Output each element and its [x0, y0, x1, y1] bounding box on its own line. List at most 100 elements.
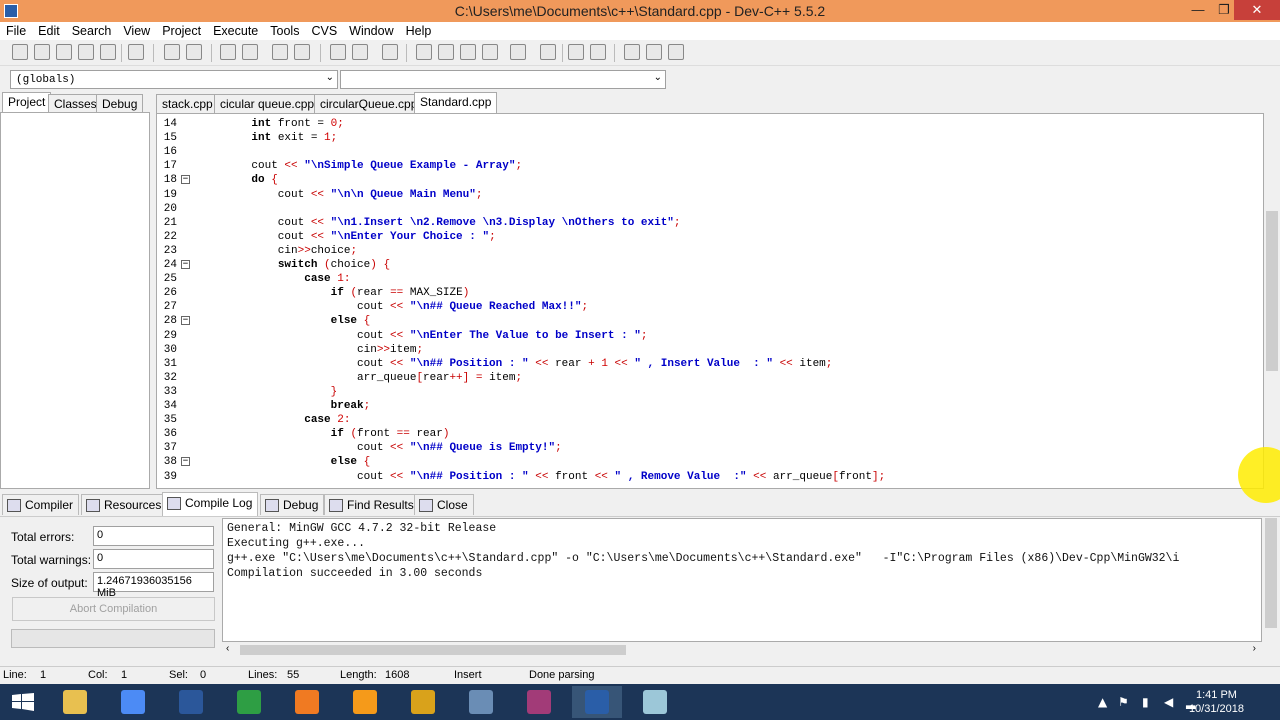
menu-project[interactable]: Project: [156, 22, 207, 40]
profile-chart-icon[interactable]: [568, 44, 584, 60]
log-vertical-scrollbar[interactable]: [1262, 518, 1280, 642]
tab-classes[interactable]: Classes: [48, 94, 103, 112]
close-window-button[interactable]: ✕: [1234, 0, 1280, 20]
code-line[interactable]: 22 cout << "\nEnter Your Choice : ";: [157, 230, 1263, 244]
menu-tools[interactable]: Tools: [264, 22, 305, 40]
code-line[interactable]: 25 case 1:: [157, 272, 1263, 286]
scroll-thumb[interactable]: [1265, 518, 1277, 628]
save-all-icon[interactable]: [78, 44, 94, 60]
tray-expand-icon[interactable]: ▲: [1098, 695, 1107, 709]
fold-toggle-icon[interactable]: −: [181, 260, 190, 269]
tab-cicular-queue-cpp[interactable]: cicular queue.cpp: [214, 94, 321, 113]
scope-select[interactable]: (globals) ⌄: [10, 70, 338, 89]
code-line[interactable]: 19 cout << "\n\n Queue Main Menu";: [157, 188, 1263, 202]
code-line[interactable]: 20: [157, 202, 1263, 216]
replace-icon[interactable]: [242, 44, 258, 60]
code-line[interactable]: 35 case 2:: [157, 413, 1263, 427]
start-button[interactable]: [12, 693, 34, 711]
code-line[interactable]: 28− else {: [157, 314, 1263, 328]
undo-icon[interactable]: [164, 44, 180, 60]
menu-window[interactable]: Window: [343, 22, 399, 40]
check-syntax-icon[interactable]: [510, 44, 526, 60]
open-file-icon[interactable]: [34, 44, 50, 60]
code-line[interactable]: 18− do {: [157, 173, 1263, 187]
code-line[interactable]: 21 cout << "\n1.Insert \n2.Remove \n3.Di…: [157, 216, 1263, 230]
fold-toggle-icon[interactable]: −: [181, 175, 190, 185]
goto-line-icon[interactable]: [272, 44, 288, 60]
taskbar-app[interactable]: [572, 686, 622, 718]
code-line[interactable]: 31 cout << "\n## Position : " << rear + …: [157, 357, 1263, 371]
minimize-button[interactable]: —: [1184, 0, 1212, 20]
code-line[interactable]: 27 cout << "\n## Queue Reached Max!!";: [157, 300, 1263, 314]
bookmark-icon[interactable]: [668, 44, 684, 60]
tab-compile-log[interactable]: Compile Log: [162, 492, 259, 516]
log-horizontal-scrollbar[interactable]: ‹ ›: [222, 642, 1262, 658]
code-line[interactable]: 16: [157, 145, 1263, 159]
taskbar-app[interactable]: [630, 686, 680, 718]
code-line[interactable]: 24− switch (choice) {: [157, 258, 1263, 272]
menu-file[interactable]: File: [0, 22, 32, 40]
code-line[interactable]: 32 arr_queue[rear++] = item;: [157, 371, 1263, 385]
indent-icon[interactable]: [352, 44, 368, 60]
find-icon[interactable]: [220, 44, 236, 60]
flag-icon[interactable]: ⚑: [1118, 695, 1129, 709]
tab-circularqueue-cpp[interactable]: circularQueue.cpp: [314, 94, 424, 113]
tab-compiler[interactable]: Compiler: [2, 494, 80, 515]
grid-icon[interactable]: [482, 44, 498, 60]
volume-icon[interactable]: ◀: [1164, 695, 1173, 709]
tab-debug[interactable]: Debug: [96, 94, 144, 112]
tab-debug-panel[interactable]: Debug: [260, 494, 325, 515]
taskbar-app[interactable]: [456, 686, 506, 718]
new-file-icon[interactable]: [12, 44, 28, 60]
code-line[interactable]: 15 int exit = 1;: [157, 131, 1263, 145]
abort-compilation-button[interactable]: Abort Compilation: [12, 597, 215, 621]
taskbar-app[interactable]: [282, 686, 332, 718]
fold-toggle-icon[interactable]: −: [181, 316, 190, 326]
code-line[interactable]: 14 int front = 0;: [157, 117, 1263, 131]
tab-close[interactable]: Close: [414, 494, 474, 515]
menu-help[interactable]: Help: [400, 22, 438, 40]
code-line[interactable]: 29 cout << "\nEnter The Value to be Inse…: [157, 329, 1263, 343]
toggle-panel-icon[interactable]: [460, 44, 476, 60]
fold-toggle-icon[interactable]: −: [181, 457, 190, 467]
close-file-icon[interactable]: [100, 44, 116, 60]
tab-standard-cpp[interactable]: Standard.cpp: [414, 92, 498, 114]
menu-view[interactable]: View: [117, 22, 156, 40]
tab-find-results[interactable]: Find Results: [324, 494, 420, 515]
taskbar-app[interactable]: [340, 686, 390, 718]
taskbar-app[interactable]: [398, 686, 448, 718]
code-line[interactable]: 23 cin>>choice;: [157, 244, 1263, 258]
code-line[interactable]: 30 cin>>item;: [157, 343, 1263, 357]
window-layout-icon[interactable]: [438, 44, 454, 60]
code-line[interactable]: 39 cout << "\n## Position : " << front <…: [157, 470, 1263, 484]
chevron-down-icon[interactable]: ⌄: [326, 72, 334, 83]
taskbar-app[interactable]: [224, 686, 274, 718]
scroll-thumb[interactable]: [240, 645, 626, 655]
taskbar-app[interactable]: [108, 686, 158, 718]
taskbar-app[interactable]: [166, 686, 216, 718]
battery-icon[interactable]: ▮: [1142, 695, 1149, 709]
code-line[interactable]: 36 if (front == rear): [157, 427, 1263, 441]
code-line[interactable]: 34 break;: [157, 399, 1263, 413]
redo-icon[interactable]: [186, 44, 202, 60]
code-line[interactable]: 17 cout << "\nSimple Queue Example - Arr…: [157, 159, 1263, 173]
stop-icon[interactable]: [540, 44, 556, 60]
new-project-icon[interactable]: [416, 44, 432, 60]
compile-log-output[interactable]: General: MinGW GCC 4.7.2 32-bit Release …: [222, 518, 1262, 642]
code-line[interactable]: 33 }: [157, 385, 1263, 399]
tab-stack-cpp[interactable]: stack.cpp: [156, 94, 219, 113]
code-editor[interactable]: 14 int front = 0; 15 int exit = 1; 16 17 co…: [156, 113, 1264, 489]
scroll-right-icon[interactable]: ›: [1253, 643, 1256, 654]
editor-vertical-scrollbar[interactable]: [1264, 113, 1280, 489]
code-line[interactable]: 37 cout << "\n## Queue is Empty!";: [157, 441, 1263, 455]
code-line[interactable]: 38− else {: [157, 455, 1263, 469]
menu-edit[interactable]: Edit: [32, 22, 66, 40]
menu-cvs[interactable]: CVS: [305, 22, 343, 40]
menu-search[interactable]: Search: [66, 22, 118, 40]
tab-project[interactable]: Project: [2, 92, 52, 113]
scroll-thumb[interactable]: [1266, 211, 1278, 371]
taskbar-app[interactable]: [50, 686, 100, 718]
print-icon[interactable]: [128, 44, 144, 60]
goto-definition-icon[interactable]: [624, 44, 640, 60]
save-icon[interactable]: [56, 44, 72, 60]
